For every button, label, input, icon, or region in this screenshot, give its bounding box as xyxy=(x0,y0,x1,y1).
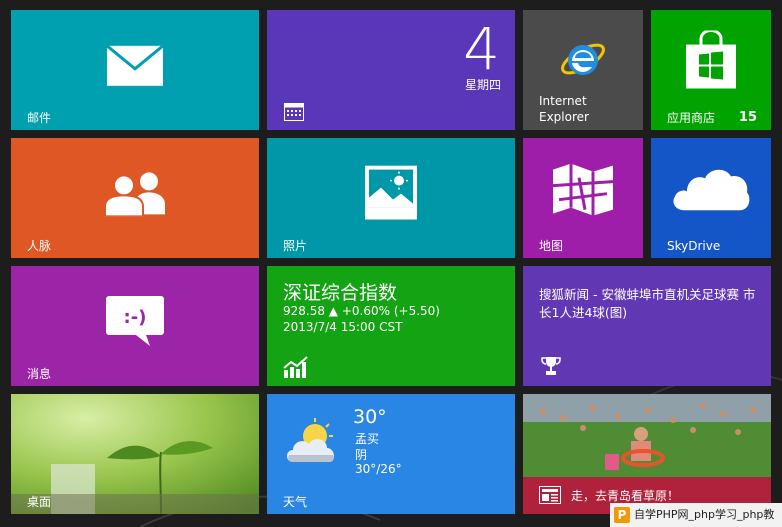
weather-temperature: 30° xyxy=(353,406,387,428)
tile-label: 应用商店 xyxy=(667,111,716,125)
trophy-icon xyxy=(541,357,561,375)
weather-city: 孟买 xyxy=(355,432,380,446)
tile-calendar[interactable]: 4 星期四 xyxy=(267,10,515,130)
tile-news[interactable]: 搜狐新闻 - 安徽蚌埠市直机关足球赛 市长1人进4球(图) xyxy=(523,266,771,386)
mail-icon xyxy=(106,44,164,86)
tile-label: 桌面 xyxy=(27,495,52,509)
tile-maps[interactable]: 地图 xyxy=(523,138,643,258)
store-bag-icon xyxy=(686,30,736,89)
tile-label: 照片 xyxy=(283,239,308,253)
ie-label-line2: Explorer xyxy=(539,110,589,124)
watermark-logo-icon: P xyxy=(614,507,630,523)
finance-chart-icon xyxy=(283,356,308,378)
tile-label: Internet Explorer xyxy=(539,93,589,125)
photos-icon xyxy=(365,165,417,220)
tile-label: 消息 xyxy=(27,367,52,381)
tile-skydrive[interactable]: SkyDrive xyxy=(651,138,771,258)
store-update-count: 15 xyxy=(738,110,757,125)
news-icon xyxy=(539,486,561,504)
tile-photo-news[interactable]: 走，去青岛看草原！ xyxy=(523,394,771,514)
site-watermark: P 自学PHP网_php学习_php教 xyxy=(610,503,782,527)
people-icon xyxy=(104,172,165,217)
tile-store[interactable]: 应用商店 15 xyxy=(651,10,771,130)
weather-cloudy-sun-icon xyxy=(287,418,335,462)
calendar-weekday: 星期四 xyxy=(464,78,501,92)
calendar-day: 4 xyxy=(463,15,500,83)
weather-range: 30°/26° xyxy=(355,462,402,476)
watermark-text: 自学PHP网_php学习_php教 xyxy=(634,508,775,521)
finance-quote: 928.58 ▲ +0.60% (+5.50) xyxy=(283,304,440,318)
tile-desktop[interactable]: 桌面 xyxy=(11,394,259,514)
cloud-icon xyxy=(673,169,750,211)
weather-condition: 阴 xyxy=(355,448,368,462)
tile-mail[interactable]: 邮件 xyxy=(11,10,259,130)
finance-time: 2013/7/4 15:00 CST xyxy=(283,320,403,334)
news-headline: 搜狐新闻 - 安徽蚌埠市直机关足球赛 市长1人进4球(图) xyxy=(539,287,756,320)
photo-news-caption: 走，去青岛看草原！ xyxy=(571,489,680,503)
tile-photos[interactable]: 照片 xyxy=(267,138,515,258)
tile-internet-explorer[interactable]: Internet Explorer xyxy=(523,10,643,130)
tile-people[interactable]: 人脉 xyxy=(11,138,259,258)
calendar-icon xyxy=(284,103,304,121)
tile-label: 邮件 xyxy=(27,111,52,125)
finance-title: 深证综合指数 xyxy=(283,282,398,304)
tile-weather[interactable]: 30° 孟买 阴 30°/26° 天气 xyxy=(267,394,515,514)
tile-label: 人脉 xyxy=(27,239,52,253)
tile-label: 地图 xyxy=(539,239,564,253)
tile-label: SkyDrive xyxy=(667,239,721,253)
messaging-icon: :-) xyxy=(106,296,164,346)
internet-explorer-icon xyxy=(561,43,605,75)
tile-messaging[interactable]: :-) 消息 xyxy=(11,266,259,386)
maps-icon xyxy=(553,163,613,216)
tile-finance[interactable]: 深证综合指数 928.58 ▲ +0.60% (+5.50) 2013/7/4 … xyxy=(267,266,515,386)
ie-label-line1: Internet xyxy=(539,94,587,108)
tile-label: 天气 xyxy=(283,495,308,509)
svg-text::-): :-) xyxy=(124,307,147,328)
